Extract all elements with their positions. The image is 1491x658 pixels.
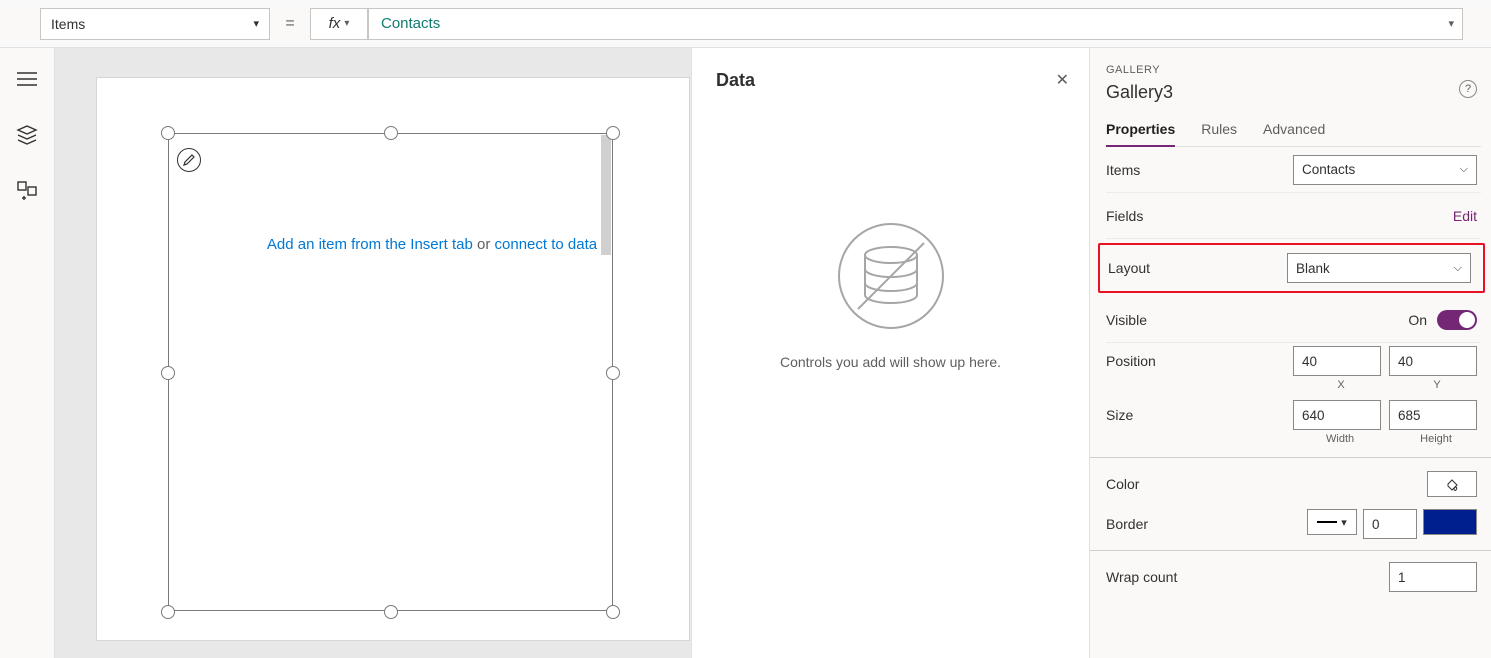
- items-value: Contacts: [1302, 162, 1355, 177]
- color-picker[interactable]: [1427, 471, 1477, 497]
- border-width-input[interactable]: 0: [1363, 509, 1417, 539]
- tab-advanced[interactable]: Advanced: [1263, 121, 1325, 146]
- screen-frame: Add an item from the Insert tab or conne…: [97, 78, 689, 640]
- sublabel-width: Width: [1326, 433, 1354, 445]
- chevron-down-icon: ▾: [253, 17, 259, 30]
- control-category: GALLERY: [1106, 64, 1481, 76]
- resize-handle[interactable]: [161, 366, 175, 380]
- border-line-icon: [1317, 521, 1337, 523]
- database-icon: [836, 221, 946, 331]
- canvas[interactable]: Add an item from the Insert tab or conne…: [55, 48, 691, 658]
- resize-handle[interactable]: [606, 366, 620, 380]
- position-x-input[interactable]: 40: [1293, 346, 1381, 376]
- insert-hint-link[interactable]: Add an item from the Insert tab: [267, 236, 473, 253]
- separator: [1090, 550, 1491, 551]
- label-fields: Fields: [1106, 208, 1453, 224]
- size-sublabels: Width Height: [1297, 433, 1481, 451]
- left-rail: [0, 48, 55, 658]
- row-fields: Fields Edit: [1106, 193, 1481, 239]
- data-panel: Data ✕ Controls you add will show up her…: [691, 48, 1089, 658]
- visible-toggle[interactable]: [1437, 310, 1477, 330]
- properties-panel: GALLERY Gallery3 ? Properties Rules Adva…: [1089, 48, 1491, 658]
- label-size: Size: [1106, 407, 1293, 423]
- row-items: Items Contacts ⌵: [1106, 147, 1481, 193]
- edit-pencil-icon[interactable]: [177, 148, 201, 172]
- layout-dropdown[interactable]: Blank ⌵: [1287, 253, 1471, 283]
- fx-label: fx: [329, 15, 341, 32]
- label-visible: Visible: [1106, 312, 1408, 328]
- separator: [1090, 457, 1491, 458]
- hamburger-icon[interactable]: [16, 68, 38, 90]
- connect-data-link[interactable]: connect to data: [495, 236, 598, 253]
- position-sublabels: X Y: [1297, 379, 1481, 397]
- layout-value: Blank: [1296, 261, 1330, 276]
- layers-icon[interactable]: [16, 124, 38, 146]
- insert-icon[interactable]: [16, 180, 38, 202]
- resize-handle[interactable]: [161, 126, 175, 140]
- sublabel-height: Height: [1420, 433, 1452, 445]
- row-layout: Layout Blank ⌵: [1108, 245, 1475, 291]
- label-position: Position: [1106, 353, 1293, 369]
- equals-sign: =: [270, 15, 310, 33]
- size-width-input[interactable]: 640: [1293, 400, 1381, 430]
- formula-bar: Items ▾ = fx ▾ Contacts ▾: [0, 0, 1491, 48]
- data-empty-text: Controls you add will show up here.: [716, 354, 1065, 370]
- formula-value: Contacts: [381, 15, 440, 32]
- data-panel-title: Data: [716, 70, 1065, 91]
- label-items: Items: [1106, 162, 1293, 178]
- position-y-input[interactable]: 40: [1389, 346, 1477, 376]
- size-height-input[interactable]: 685: [1389, 400, 1477, 430]
- expand-formula-icon[interactable]: ▾: [1448, 17, 1454, 30]
- formula-input[interactable]: Contacts ▾: [368, 8, 1463, 40]
- resize-handle[interactable]: [606, 605, 620, 619]
- canvas-hint: Add an item from the Insert tab or conne…: [215, 236, 649, 253]
- tab-rules[interactable]: Rules: [1201, 121, 1237, 146]
- row-position: Position 40 40: [1106, 343, 1481, 379]
- fields-edit-link[interactable]: Edit: [1453, 208, 1477, 224]
- border-color-picker[interactable]: [1423, 509, 1477, 535]
- chevron-down-icon: ▾: [1341, 516, 1347, 529]
- chevron-down-icon: ⌵: [1454, 262, 1462, 275]
- chevron-down-icon: ⌵: [1460, 163, 1468, 176]
- row-wrap-count: Wrap count 1: [1106, 557, 1481, 597]
- wrap-count-input[interactable]: 1: [1389, 562, 1477, 592]
- tab-properties[interactable]: Properties: [1106, 121, 1175, 147]
- visible-state: On: [1408, 312, 1427, 328]
- paint-bucket-icon: [1445, 477, 1459, 491]
- row-size: Size 640 685: [1106, 397, 1481, 433]
- help-icon[interactable]: ?: [1459, 80, 1477, 98]
- resize-handle[interactable]: [606, 126, 620, 140]
- resize-handle[interactable]: [384, 605, 398, 619]
- row-visible: Visible On: [1106, 297, 1481, 343]
- label-border: Border: [1106, 516, 1307, 532]
- gallery-selection[interactable]: [168, 133, 613, 611]
- row-border: Border ▾ 0: [1106, 504, 1481, 544]
- fx-button[interactable]: fx ▾: [310, 8, 368, 40]
- data-empty-state: Controls you add will show up here.: [716, 221, 1065, 370]
- toggle-knob: [1459, 312, 1475, 328]
- resize-handle[interactable]: [161, 605, 175, 619]
- sublabel-y: Y: [1433, 379, 1440, 391]
- label-wrap: Wrap count: [1106, 569, 1389, 585]
- resize-handle[interactable]: [384, 126, 398, 140]
- row-color: Color: [1106, 464, 1481, 504]
- main-area: Add an item from the Insert tab or conne…: [0, 48, 1491, 658]
- hint-or: or: [473, 236, 495, 253]
- items-dropdown[interactable]: Contacts ⌵: [1293, 155, 1477, 185]
- control-name: Gallery3: [1106, 82, 1481, 103]
- chevron-down-icon: ▾: [344, 18, 349, 29]
- border-style-dropdown[interactable]: ▾: [1307, 509, 1357, 535]
- close-icon[interactable]: ✕: [1056, 70, 1069, 90]
- row-layout-highlight: Layout Blank ⌵: [1098, 243, 1485, 293]
- properties-tabs: Properties Rules Advanced: [1106, 121, 1481, 147]
- label-layout: Layout: [1108, 260, 1287, 276]
- property-selector-label: Items: [51, 16, 85, 32]
- property-selector[interactable]: Items ▾: [40, 8, 270, 40]
- sublabel-x: X: [1337, 379, 1344, 391]
- label-color: Color: [1106, 476, 1427, 492]
